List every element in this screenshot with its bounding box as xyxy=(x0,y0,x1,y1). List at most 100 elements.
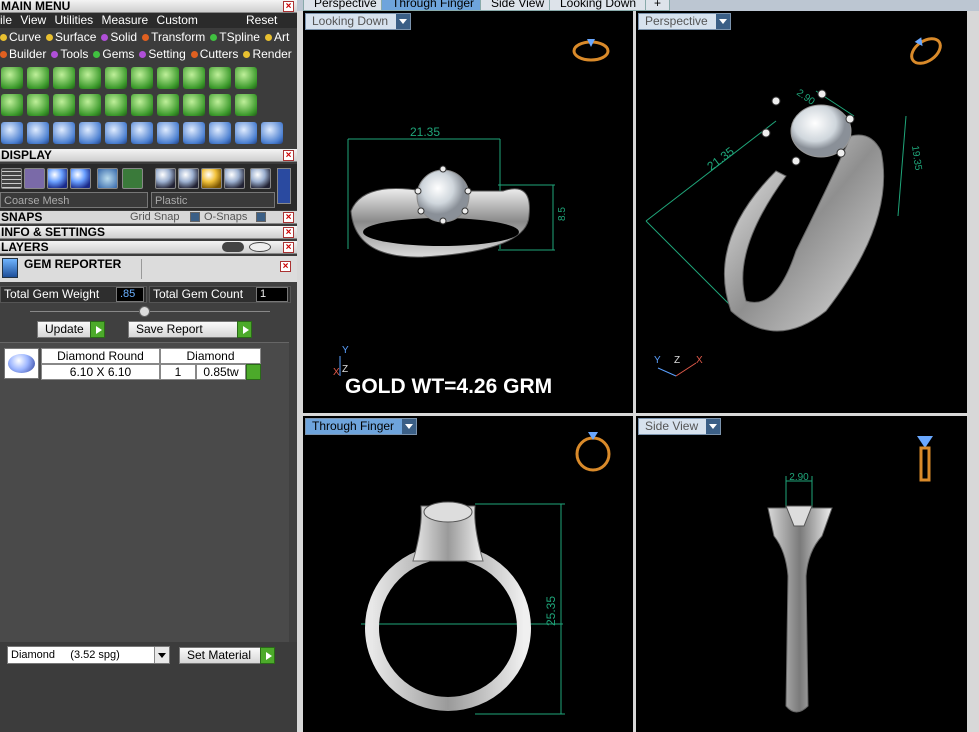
tab-through-finger[interactable]: Through Finger xyxy=(381,0,486,11)
o-snaps-toggle[interactable]: O-Snaps xyxy=(204,211,247,224)
menu-view[interactable]: View xyxy=(20,13,46,27)
close-icon[interactable]: × xyxy=(283,227,294,238)
material-steel-icon[interactable] xyxy=(155,168,176,189)
split-icon[interactable] xyxy=(209,122,231,144)
planar-tool-icon[interactable] xyxy=(1,94,23,116)
sweep-tool-icon[interactable] xyxy=(53,67,75,89)
gem-row-play-icon[interactable] xyxy=(246,364,261,380)
extrude-tool-icon[interactable] xyxy=(105,67,127,89)
patch-surface-icon[interactable] xyxy=(79,94,101,116)
patch-tool-icon[interactable] xyxy=(235,67,257,89)
menu-measure[interactable]: Measure xyxy=(102,13,149,27)
grid-display-icon[interactable] xyxy=(122,168,143,189)
left-panel: MAIN MENU × ile View Utilities Measure C… xyxy=(0,0,297,732)
viewport-side-view[interactable]: Side View 2.90 xyxy=(636,416,967,732)
wireframe-icon[interactable] xyxy=(1,168,22,189)
surface-dot-icon xyxy=(46,34,54,41)
gem-reporter-header: GEM REPORTER × xyxy=(0,256,297,282)
o-snaps-checkbox[interactable] xyxy=(256,212,266,222)
material-select[interactable]: Diamond (3.52 spg) xyxy=(7,646,170,664)
viewport-through-finger[interactable]: Through Finger 25.35 xyxy=(303,416,633,732)
fillet-surface-icon[interactable] xyxy=(209,94,231,116)
grid-surface-icon[interactable] xyxy=(27,94,49,116)
cat-art[interactable]: Art xyxy=(264,30,289,44)
menu-reset[interactable]: Reset xyxy=(246,13,277,28)
close-icon[interactable]: × xyxy=(283,212,294,223)
trim-icon[interactable] xyxy=(235,122,257,144)
add-tab-button[interactable]: + xyxy=(645,0,671,11)
blend-tool-icon[interactable] xyxy=(209,67,231,89)
rotate-icon[interactable] xyxy=(131,122,153,144)
close-icon[interactable]: × xyxy=(280,261,291,272)
eye-icon[interactable] xyxy=(249,242,271,252)
cat-builder[interactable]: Builder xyxy=(0,47,46,61)
close-icon[interactable]: × xyxy=(283,150,294,161)
cap-surface-icon[interactable] xyxy=(235,94,257,116)
cat-curve[interactable]: Curve xyxy=(0,30,41,44)
sweep2-tool-icon[interactable] xyxy=(79,67,101,89)
cat-tspline[interactable]: TSpline xyxy=(210,30,260,44)
category-row-1: Curve Surface Solid Transform TSpline Art xyxy=(0,29,297,46)
display-scroll-handle[interactable] xyxy=(277,168,291,204)
material-platinum-icon[interactable] xyxy=(224,168,245,189)
gem-reporter-icon xyxy=(2,258,18,278)
tab-looking-down[interactable]: Looking Down xyxy=(549,0,648,11)
split-surface-icon[interactable] xyxy=(105,94,127,116)
splitter-handle-icon[interactable] xyxy=(139,306,150,317)
edge-surface-icon[interactable] xyxy=(53,94,75,116)
save-report-button[interactable]: Save Report xyxy=(128,321,252,338)
close-icon[interactable]: × xyxy=(283,1,294,12)
update-button[interactable]: Update xyxy=(37,321,105,338)
svg-text:Z: Z xyxy=(674,355,680,366)
grid-snap-checkbox[interactable] xyxy=(190,212,200,222)
menu-utilities[interactable]: Utilities xyxy=(55,13,94,27)
cat-cutters[interactable]: Cutters xyxy=(190,47,238,61)
tab-perspective[interactable]: Perspective xyxy=(303,0,388,11)
cat-transform[interactable]: Transform xyxy=(142,30,205,44)
rail-tool-icon[interactable] xyxy=(183,67,205,89)
gems-dot-icon xyxy=(93,51,101,58)
explode-icon[interactable] xyxy=(157,122,179,144)
network-tool-icon[interactable] xyxy=(131,67,153,89)
offset-surface-icon[interactable] xyxy=(157,94,179,116)
move-icon[interactable] xyxy=(105,122,127,144)
gem-type-header: Diamond xyxy=(160,348,261,364)
revolve-tool-icon[interactable] xyxy=(157,67,179,89)
material-gold-icon[interactable] xyxy=(201,168,222,189)
cat-render[interactable]: Render xyxy=(243,47,292,61)
material-chrome-icon[interactable] xyxy=(178,168,199,189)
layer-toggle-icon[interactable] xyxy=(222,242,244,252)
cat-tools[interactable]: Tools xyxy=(51,47,88,61)
menu-custom[interactable]: Custom xyxy=(157,13,198,27)
tool-row-3 xyxy=(1,122,287,144)
arc-icon[interactable] xyxy=(27,122,49,144)
cat-setting[interactable]: Setting xyxy=(139,47,186,61)
render-sphere-icon[interactable] xyxy=(47,168,68,189)
loft-tool-icon[interactable] xyxy=(27,67,49,89)
tab-side-view[interactable]: Side View xyxy=(480,0,556,11)
close-icon[interactable]: × xyxy=(283,242,294,253)
xray-sphere-icon[interactable] xyxy=(70,168,91,189)
menu-file[interactable]: ile xyxy=(0,13,12,27)
ring-icon[interactable] xyxy=(261,122,283,144)
cat-surface[interactable]: Surface xyxy=(46,30,96,44)
rebuild-surface-icon[interactable] xyxy=(131,94,153,116)
snaps-header: SNAPS Grid Snap O-Snaps × xyxy=(0,211,297,224)
viewport-looking-down[interactable]: Looking Down 21.35 8.5 Y Z X GOLD WT=4.2… xyxy=(303,11,633,413)
cat-gems[interactable]: Gems xyxy=(93,47,134,61)
viewport-perspective[interactable]: Perspective 21.35 19.35 2.90 Y Z X xyxy=(636,11,967,413)
boxes-icon[interactable] xyxy=(1,122,23,144)
surface-tool-icon[interactable] xyxy=(1,67,23,89)
cat-solid[interactable]: Solid xyxy=(101,30,137,44)
environment-icon[interactable] xyxy=(97,168,118,189)
mesh-select[interactable]: Coarse Mesh xyxy=(0,192,148,208)
trim-surface-icon[interactable] xyxy=(183,94,205,116)
set-material-button[interactable]: Set Material xyxy=(179,647,275,664)
material-display-select[interactable]: Plastic xyxy=(151,192,275,208)
material-silver-icon[interactable] xyxy=(250,168,271,189)
curve-arrow-icon[interactable] xyxy=(53,122,75,144)
join-icon[interactable] xyxy=(183,122,205,144)
mirror-icon[interactable] xyxy=(79,122,101,144)
shaded-icon[interactable] xyxy=(24,168,45,189)
grid-snap-toggle[interactable]: Grid Snap xyxy=(130,211,180,224)
